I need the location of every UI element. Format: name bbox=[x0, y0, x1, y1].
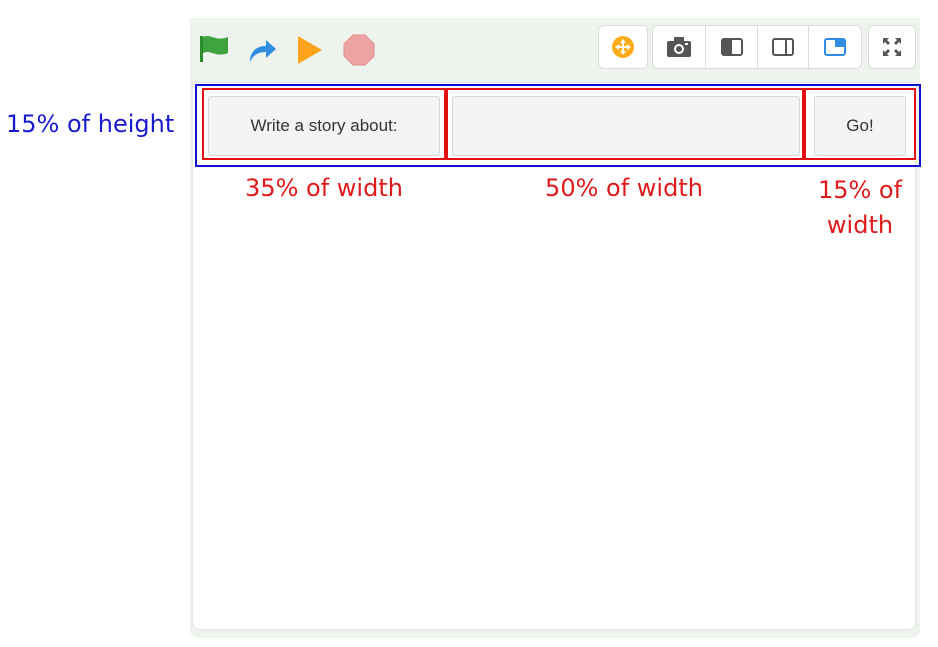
stop-icon[interactable] bbox=[342, 33, 376, 72]
fullscreen-icon[interactable] bbox=[869, 26, 915, 68]
input-width-note: 50% of width bbox=[545, 174, 703, 202]
button-width-note-line2: width bbox=[826, 211, 894, 239]
green-flag-icon[interactable] bbox=[198, 34, 232, 69]
height-note: 15% of height bbox=[6, 110, 175, 138]
move-icon[interactable] bbox=[599, 26, 647, 68]
play-icon[interactable] bbox=[296, 34, 324, 71]
toolbar bbox=[190, 18, 920, 82]
input-column-outline bbox=[446, 88, 804, 160]
layout-left-icon[interactable] bbox=[706, 26, 758, 68]
redo-arrow-icon[interactable] bbox=[246, 36, 278, 69]
view-controls bbox=[652, 25, 862, 69]
fullscreen-button[interactable] bbox=[868, 25, 916, 69]
layout-right-icon[interactable] bbox=[758, 26, 810, 68]
layout-overlay-icon[interactable] bbox=[809, 26, 861, 68]
button-width-note-line1: 15% of bbox=[817, 176, 903, 204]
label-column-outline bbox=[202, 88, 446, 160]
move-button[interactable] bbox=[598, 25, 648, 69]
camera-icon[interactable] bbox=[653, 26, 707, 68]
label-width-note: 35% of width bbox=[245, 174, 403, 202]
button-column-outline bbox=[804, 88, 916, 160]
